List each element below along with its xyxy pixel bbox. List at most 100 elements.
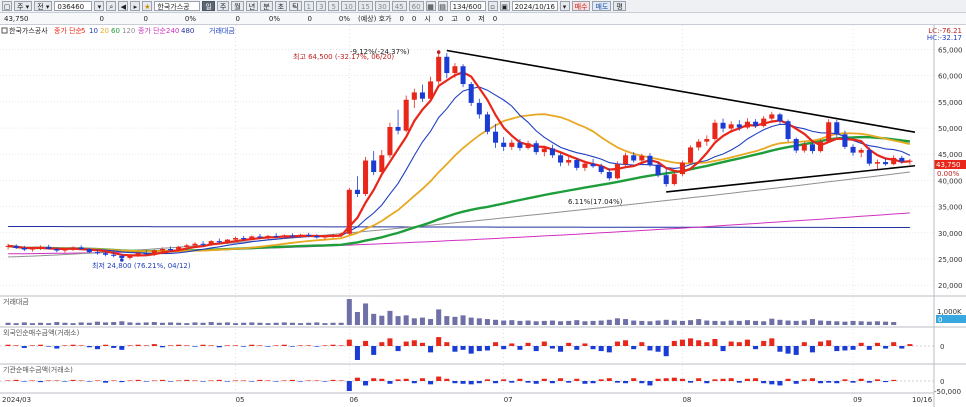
foreign-net-bar — [314, 346, 320, 347]
candle-body — [818, 141, 824, 152]
volume-bar — [883, 321, 889, 325]
volume-bar — [314, 322, 320, 325]
data-count-field[interactable]: 134/600 — [449, 1, 486, 11]
volume-bar — [728, 320, 734, 325]
foreign-net-bar — [631, 346, 637, 350]
volume-bar — [801, 320, 807, 325]
candle-body — [314, 235, 320, 238]
tab-month[interactable]: 월 — [231, 1, 244, 11]
volume-bar — [533, 321, 539, 325]
minute-30[interactable]: 30 — [374, 1, 390, 11]
foreign-net-bar — [744, 339, 750, 346]
foreign-net-bar — [94, 346, 100, 350]
candle-body — [103, 253, 109, 255]
stock-list-icon[interactable]: ▸ — [130, 1, 141, 11]
chart-settings-icon[interactable]: ▦ — [425, 1, 436, 11]
inst-net-bar — [395, 379, 401, 381]
candle-body — [289, 235, 295, 237]
foreign-net-bar — [663, 346, 669, 357]
tab-week[interactable]: 주 — [216, 1, 230, 11]
volume-bar — [200, 322, 206, 325]
calendar-icon[interactable]: ▣ — [499, 1, 510, 11]
inst-net-bar — [387, 381, 393, 384]
foreign-net-bar — [322, 345, 328, 346]
foreign-net-bar — [777, 346, 783, 352]
candle-body — [192, 243, 198, 246]
date-field[interactable]: 2024/10/16 — [511, 1, 558, 11]
volume-bar — [379, 315, 385, 325]
foreign-net-bar — [493, 342, 499, 346]
tab-day[interactable]: 일 — [202, 1, 215, 11]
inst-net-bar — [363, 381, 369, 386]
current-price-tag-label: 43,750 — [936, 161, 961, 169]
foreign-net-bar — [62, 345, 68, 346]
stock-name-field[interactable]: 한국가스공 — [154, 1, 201, 11]
candle-body — [151, 250, 157, 255]
minute-60[interactable]: 60 — [408, 1, 424, 11]
tab-tick[interactable]: 틱 — [289, 1, 302, 11]
average-button[interactable]: 평 — [613, 1, 626, 11]
volume-bar — [493, 319, 499, 325]
volume-bar — [509, 320, 515, 325]
inst-net-bar — [241, 380, 247, 382]
minute-10[interactable]: 10 — [340, 1, 356, 11]
foreign-net-bar — [208, 345, 214, 346]
prev-next-icon[interactable]: ◀ — [118, 1, 129, 11]
candle-body — [13, 245, 19, 248]
volume-bar — [208, 322, 214, 325]
inst-net-bar — [135, 379, 141, 381]
minute-5[interactable]: 5 — [328, 1, 339, 11]
candle-body — [826, 122, 832, 142]
x-tick-label: 07 — [504, 396, 513, 404]
price-chart[interactable]: 한국가스공사 종가 단순 5 10 20 60 120 종가 단순 240 48… — [0, 25, 966, 407]
minute-15[interactable]: 15 — [357, 1, 373, 11]
candle-body — [346, 189, 352, 234]
window-icon[interactable]: ▢ — [2, 1, 12, 11]
candle-body — [460, 66, 466, 85]
inst-net-bar — [176, 380, 182, 382]
search-icon[interactable]: ⌕ — [106, 1, 117, 11]
date-dropdown-icon[interactable]: ▾ — [559, 1, 570, 11]
candle-body — [444, 56, 450, 74]
sell-button[interactable]: 매도 — [592, 1, 612, 11]
tab-second[interactable]: 초 — [274, 1, 288, 11]
inst-net-bar — [712, 379, 718, 381]
inst-net-bar — [78, 380, 84, 382]
foreign-net-bar — [517, 346, 523, 350]
volume-bar — [86, 322, 92, 325]
foreign-net-bar — [143, 345, 149, 346]
candle-body — [111, 254, 117, 256]
chart-type-icon[interactable]: ▤ — [437, 1, 448, 11]
y-tick-label: 60,000 — [938, 73, 963, 81]
market-select[interactable]: 전 ▾ — [34, 1, 53, 11]
candle-body — [135, 253, 141, 256]
candle-body — [306, 234, 312, 236]
inst-net-bar — [338, 380, 344, 382]
inst-net-bar — [200, 381, 206, 382]
buy-button[interactable]: 매수 — [571, 1, 591, 11]
candle-body — [127, 255, 133, 258]
lock-icon[interactable]: ▫ — [487, 1, 498, 11]
candle-body — [46, 246, 52, 250]
y-tick-label: 20,000 — [938, 282, 963, 290]
minute-1[interactable]: 1 — [303, 1, 315, 11]
minute-45[interactable]: 45 — [391, 1, 407, 11]
volume-bar — [436, 309, 442, 325]
inst-net-bar — [809, 378, 815, 381]
inst-net-bar — [111, 380, 117, 382]
minute-3[interactable]: 3 — [316, 1, 327, 11]
inst-net-bar — [460, 381, 466, 384]
stock-code-input[interactable]: 036460 — [54, 1, 93, 11]
legend-ma-group1: 종가 단순 — [54, 26, 83, 35]
tab-minute[interactable]: 분 — [260, 1, 273, 11]
y-tick-label: 35,000 — [938, 204, 963, 212]
favorite-icon[interactable]: ★ — [142, 1, 153, 11]
x-tick-label: 2024/03 — [2, 396, 31, 404]
volume-bar — [679, 320, 685, 325]
candle-body — [330, 234, 336, 237]
inst-net-bar — [753, 378, 759, 381]
inst-pane-label: 기관순매수금액(거래소) — [3, 365, 73, 374]
period-select[interactable]: 주 ▾ — [14, 1, 33, 11]
code-dropdown-icon[interactable]: ▾ — [94, 1, 105, 11]
tab-year[interactable]: 년 — [245, 1, 259, 11]
